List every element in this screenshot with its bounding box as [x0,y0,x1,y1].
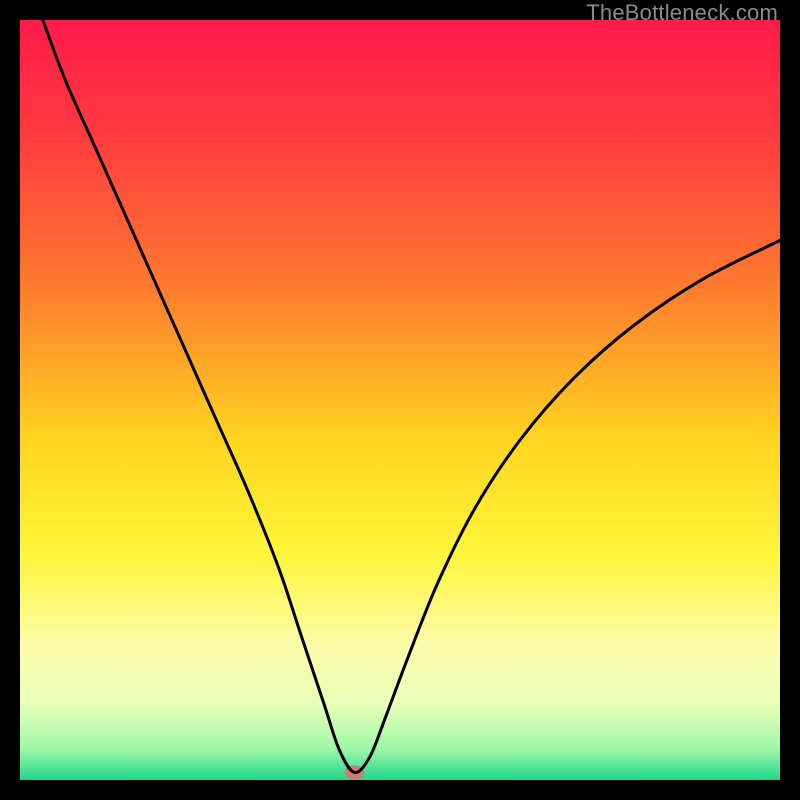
chart-frame [20,20,780,780]
bottleneck-chart [20,20,780,780]
watermark-text: TheBottleneck.com [586,0,778,26]
gradient-background [20,20,780,780]
